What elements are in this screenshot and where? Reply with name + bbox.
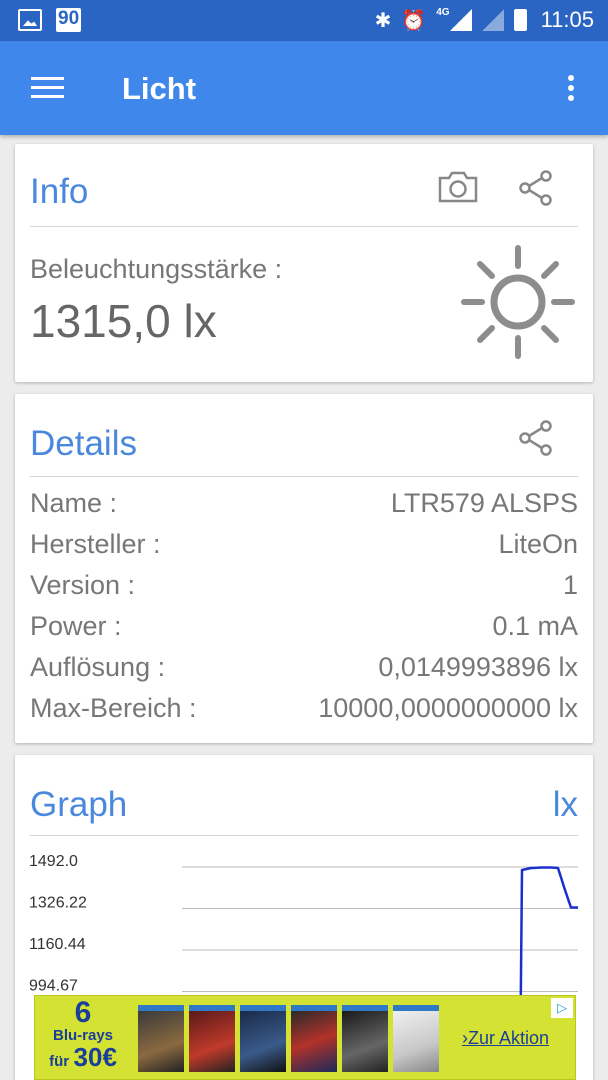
status-bar: 90 ✱ ⏰ 4G 11:05 <box>0 0 608 41</box>
detail-row-resolution: Auflösung : 0,0149993896 lx <box>30 652 578 693</box>
detail-value: LTR579 ALSPS <box>390 488 578 518</box>
detail-row-name: Name : LTR579 ALSPS <box>30 488 578 529</box>
ad-cover-image <box>240 1005 286 1072</box>
sun-icon <box>461 245 575 359</box>
network-type: 4G <box>436 6 450 18</box>
ad-choices-icon[interactable]: ▷ <box>551 998 573 1018</box>
y-tick-label: 1492.0 <box>29 853 78 870</box>
ad-cover-image <box>393 1005 439 1072</box>
ad-cover-image <box>138 1005 184 1072</box>
notification-badge: 90 <box>56 8 82 32</box>
divider <box>30 226 578 227</box>
detail-row-version: Version : 1 <box>30 570 578 611</box>
overflow-menu-icon[interactable] <box>568 75 576 105</box>
detail-row-vendor: Hersteller : LiteOn <box>30 529 578 570</box>
bluetooth-icon: ✱ <box>374 9 392 32</box>
ad-covers <box>138 1005 439 1072</box>
detail-value: LiteOn <box>498 529 578 559</box>
details-title: Details <box>30 424 137 463</box>
detail-value: 0,0149993896 lx <box>378 652 578 682</box>
ad-cover-image <box>342 1005 388 1072</box>
detail-value: 10000,0000000000 lx <box>318 693 578 723</box>
detail-key: Hersteller : <box>30 529 161 559</box>
ad-cover-image <box>189 1005 235 1072</box>
detail-value: 0.1 mA <box>492 611 578 641</box>
y-tick-label: 994.67 <box>29 978 78 995</box>
detail-key: Name : <box>30 488 118 518</box>
app-bar: Licht <box>0 41 608 135</box>
detail-key: Max-Bereich : <box>30 693 197 723</box>
clock: 11:05 <box>540 7 594 32</box>
info-title: Info <box>30 172 89 211</box>
ad-price: 30€ <box>73 1042 117 1072</box>
signal-icon <box>449 9 472 31</box>
share-icon[interactable] <box>518 420 554 456</box>
divider <box>30 476 578 477</box>
ad-big-number: 6 <box>74 996 92 1029</box>
detail-key: Power : <box>30 611 122 641</box>
signal-2-icon <box>481 9 504 31</box>
ad-line-2: für <box>49 1053 70 1070</box>
share-icon[interactable] <box>518 170 554 206</box>
detail-value: 1 <box>562 570 578 600</box>
detail-key: Auflösung : <box>30 652 166 682</box>
ad-offer: 6 Blu-rays für 30€ <box>43 998 123 1071</box>
gallery-notification-icon <box>18 9 42 31</box>
ad-banner[interactable]: 6 Blu-rays für 30€ ›Zur Aktion ▷ <box>34 995 576 1080</box>
camera-icon[interactable] <box>437 170 479 204</box>
y-tick-label: 1326.22 <box>29 895 87 912</box>
detail-row-max-range: Max-Bereich : 10000,0000000000 lx <box>30 693 578 734</box>
detail-key: Version : <box>30 570 136 600</box>
battery-icon <box>513 9 527 31</box>
illuminance-value: 1315,0 lx <box>30 295 217 347</box>
illuminance-label: Beleuchtungsstärke : <box>30 254 283 284</box>
alarm-icon: ⏰ <box>401 9 427 32</box>
y-tick-label: 1160.44 <box>29 936 86 953</box>
detail-row-power: Power : 0.1 mA <box>30 611 578 652</box>
menu-icon[interactable] <box>31 77 64 99</box>
details-card: Details Name : LTR579 ALSPS Hersteller :… <box>15 394 593 743</box>
ad-cta-label: Zur Aktion <box>467 1028 549 1048</box>
info-card: Info Beleuchtungsstärke : 1315,0 lx <box>15 144 593 382</box>
app-title: Licht <box>122 71 197 106</box>
ad-cover-image <box>291 1005 337 1072</box>
ad-cta-link[interactable]: ›Zur Aktion <box>462 1028 549 1049</box>
